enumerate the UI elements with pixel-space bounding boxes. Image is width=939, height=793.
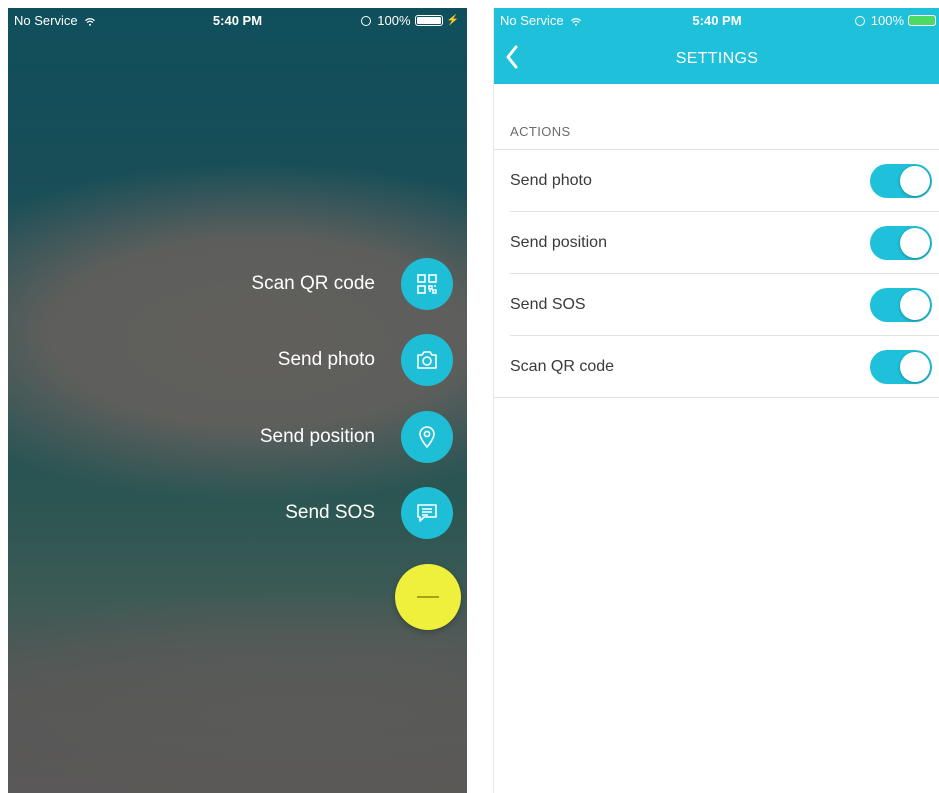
settings-screen: No Service 5:40 PM 100% SETTINGS ACTIONS <box>493 8 939 793</box>
toggle-knob <box>900 290 930 320</box>
setting-send-position: Send position <box>510 212 939 274</box>
setting-label: Send photo <box>510 172 592 189</box>
setting-send-photo: Send photo <box>510 150 939 212</box>
minus-icon <box>417 596 439 598</box>
orientation-lock-icon <box>854 15 865 26</box>
battery-status: 100% ⚡ <box>361 13 459 28</box>
action-label: Send photo <box>277 349 375 370</box>
action-send-photo[interactable]: Send photo <box>278 334 453 386</box>
send-position-toggle[interactable] <box>870 226 932 260</box>
setting-send-sos: Send SOS <box>510 274 939 336</box>
orientation-lock-icon <box>361 15 372 26</box>
action-send-position[interactable]: Send position <box>260 411 453 463</box>
send-photo-toggle[interactable] <box>870 164 932 198</box>
message-icon[interactable] <box>401 487 453 539</box>
battery-icon <box>908 15 936 26</box>
action-scan-qr[interactable]: Scan QR code <box>251 258 453 310</box>
action-send-sos[interactable]: Send SOS <box>285 487 453 539</box>
action-menu-screen: No Service 5:40 PM 100% ⚡ Scan QR code S… <box>8 8 467 793</box>
toggle-knob <box>900 228 930 258</box>
send-sos-toggle[interactable] <box>870 288 932 322</box>
battery-icon <box>414 15 443 26</box>
location-pin-icon[interactable] <box>401 411 453 463</box>
toggle-knob <box>900 352 930 382</box>
battery-percent: 100% <box>377 13 411 28</box>
battery-status: 100% <box>854 13 936 28</box>
setting-scan-qr: Scan QR code <box>494 336 939 398</box>
status-bar: No Service 5:40 PM 100% ⚡ <box>8 8 467 34</box>
qr-code-icon[interactable] <box>401 258 453 310</box>
setting-label: Send position <box>510 234 607 251</box>
page-title: SETTINGS <box>675 50 759 67</box>
scan-qr-toggle[interactable] <box>870 350 932 384</box>
setting-label: Scan QR code <box>510 358 615 375</box>
action-label: Send position <box>259 426 375 447</box>
battery-percent: 100% <box>870 13 904 28</box>
camera-icon[interactable] <box>401 334 453 386</box>
settings-list: Send photo Send position Send SOS Scan Q… <box>494 149 939 398</box>
action-label: Scan QR code <box>251 273 375 294</box>
setting-label: Send SOS <box>510 296 586 313</box>
close-menu-button[interactable] <box>395 564 461 630</box>
toggle-knob <box>900 166 930 196</box>
charging-icon: ⚡ <box>446 15 459 26</box>
action-label: Send SOS <box>285 502 375 523</box>
status-bar: No Service 5:40 PM 100% <box>494 8 939 32</box>
nav-bar: No Service 5:40 PM 100% SETTINGS <box>494 8 939 84</box>
section-header: ACTIONS <box>510 124 571 139</box>
